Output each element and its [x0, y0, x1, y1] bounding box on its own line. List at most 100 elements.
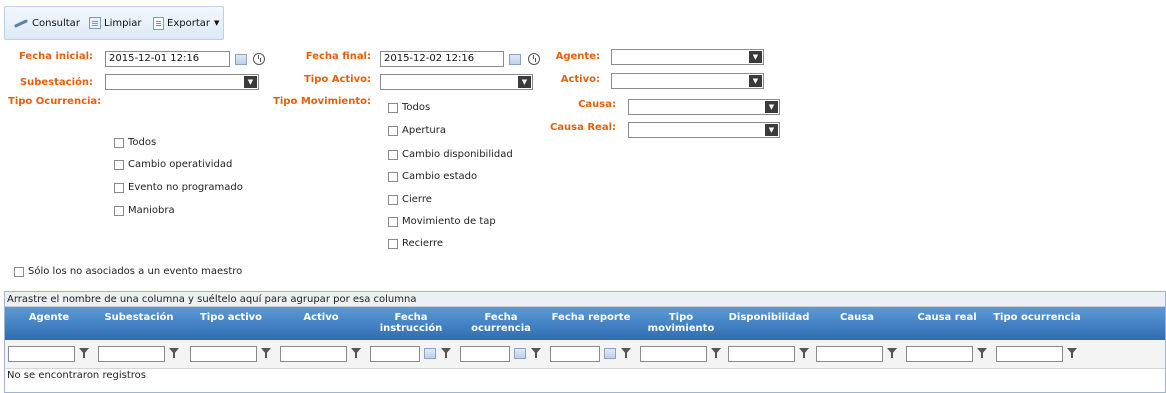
checkbox[interactable]	[14, 266, 24, 277]
empty-message: No se encontraron registros	[7, 370, 146, 381]
checkbox-evento-no-programado[interactable]: Evento no programado	[114, 182, 243, 193]
calendar-icon[interactable]	[235, 54, 247, 65]
checkbox[interactable]	[388, 149, 398, 160]
checkbox-movimiento-de-tap[interactable]: Movimiento de tap	[388, 216, 496, 227]
checkbox[interactable]	[114, 159, 124, 170]
checkbox-label: Recierre	[402, 238, 444, 249]
clock-icon[interactable]	[528, 53, 540, 65]
chevron-down-icon: ▼	[749, 51, 762, 63]
group-by-panel[interactable]: Arrastre el nombre de una columna y suél…	[5, 292, 1165, 307]
filter-icon[interactable]	[169, 348, 179, 358]
checkbox-solo-no-asociados[interactable]: Sólo los no asociados a un evento maestr…	[14, 266, 242, 277]
checkbox[interactable]	[114, 137, 124, 148]
column-filter-input[interactable]	[190, 346, 257, 362]
column-header[interactable]: Tipo movimiento	[637, 307, 725, 340]
filter-icon[interactable]	[621, 348, 631, 358]
causa-real-label: Causa Real:	[549, 122, 616, 133]
filter-icon[interactable]	[261, 348, 271, 358]
causa-label: Causa:	[578, 99, 616, 110]
checkbox-cierre[interactable]: Cierre	[388, 194, 432, 205]
consultar-button[interactable]: Consultar	[13, 15, 80, 31]
activo-label: Activo:	[560, 74, 600, 85]
tipo-activo-select[interactable]: ▼	[380, 74, 533, 90]
checkbox-cambio-operatividad[interactable]: Cambio operatividad	[114, 159, 232, 170]
fecha-final-label: Fecha final:	[305, 51, 371, 62]
column-header[interactable]: Subestación	[95, 307, 183, 340]
column-filter-input[interactable]	[8, 346, 75, 362]
causa-select[interactable]: ▼	[628, 99, 780, 115]
column-filter-input[interactable]	[816, 346, 883, 362]
fecha-final-input[interactable]: 2015-12-02 12:16	[380, 51, 504, 67]
column-filter-input[interactable]	[550, 346, 600, 362]
fecha-inicial-label: Fecha inicial:	[19, 51, 93, 62]
column-header[interactable]: Causa	[813, 307, 901, 340]
checkbox-recierre[interactable]: Recierre	[388, 238, 443, 249]
filter-row	[5, 340, 1165, 369]
checkbox[interactable]	[388, 171, 398, 182]
column-header[interactable]: Disponibilidad	[725, 307, 813, 340]
checkbox-label: Cambio operatividad	[128, 159, 233, 170]
column-header[interactable]: Agente	[5, 307, 93, 340]
checkbox-apertura[interactable]: Apertura	[388, 125, 446, 136]
agente-select[interactable]: ▼	[611, 49, 764, 65]
calendar-icon[interactable]	[514, 348, 526, 359]
column-filter-input[interactable]	[640, 346, 707, 362]
column-header[interactable]: Tipo activo	[187, 307, 275, 340]
filter-icon[interactable]	[799, 348, 809, 358]
column-filter-input[interactable]	[728, 346, 795, 362]
filter-icon[interactable]	[531, 348, 541, 358]
column-filter-input[interactable]	[370, 346, 420, 362]
toolbar: Consultar Limpiar Exportar ▼	[4, 6, 224, 40]
clear-icon	[89, 17, 101, 29]
causa-real-select[interactable]: ▼	[628, 122, 780, 138]
subestacion-label: Subestación:	[19, 77, 93, 88]
chevron-down-icon: ▼	[749, 75, 762, 87]
filter-icon[interactable]	[441, 348, 451, 358]
column-filter-input[interactable]	[906, 346, 973, 362]
checkbox[interactable]	[114, 182, 124, 193]
checkbox-label: Maniobra	[128, 205, 175, 216]
tipo-ocurrencia-label: Tipo Ocurrencia:	[8, 96, 102, 107]
checkbox[interactable]	[388, 216, 398, 227]
checkbox[interactable]	[388, 194, 398, 205]
limpiar-button[interactable]: Limpiar	[89, 15, 141, 31]
filter-icon[interactable]	[711, 348, 721, 358]
filter-icon[interactable]	[79, 348, 89, 358]
column-header[interactable]: Tipo ocurrencia	[993, 307, 1081, 340]
checkbox-tipo-movimiento-todos[interactable]: Todos	[388, 102, 430, 113]
tipo-movimiento-label: Tipo Movimiento:	[273, 96, 371, 107]
checkbox-maniobra[interactable]: Maniobra	[114, 205, 175, 216]
activo-select[interactable]: ▼	[611, 73, 764, 89]
column-header[interactable]: Fecha instrucción	[367, 307, 455, 340]
fecha-inicial-input[interactable]: 2015-12-01 12:16	[105, 51, 230, 67]
clock-icon[interactable]	[253, 53, 265, 65]
subestacion-select[interactable]: ▼	[105, 74, 259, 90]
checkbox-tipo-ocurrencia-todos[interactable]: Todos	[114, 137, 156, 148]
search-icon	[13, 18, 29, 28]
checkbox[interactable]	[114, 205, 124, 216]
calendar-icon[interactable]	[424, 348, 436, 359]
filter-icon[interactable]	[351, 348, 361, 358]
calendar-icon[interactable]	[604, 348, 616, 359]
column-header[interactable]: Activo	[277, 307, 365, 340]
filter-icon[interactable]	[1067, 348, 1077, 358]
column-header[interactable]: Fecha ocurrencia	[457, 307, 545, 340]
column-header[interactable]: Causa real	[903, 307, 991, 340]
checkbox[interactable]	[388, 238, 398, 249]
filter-icon[interactable]	[977, 348, 987, 358]
checkbox-label: Apertura	[402, 125, 446, 136]
tipo-activo-label: Tipo Activo:	[303, 74, 371, 85]
column-header[interactable]: Fecha reporte	[547, 307, 635, 340]
checkbox[interactable]	[388, 125, 398, 136]
filter-icon[interactable]	[887, 348, 897, 358]
checkbox-cambio-estado[interactable]: Cambio estado	[388, 171, 477, 182]
checkbox[interactable]	[388, 102, 398, 113]
exportar-button[interactable]: Exportar ▼	[153, 15, 219, 31]
column-filter-input[interactable]	[460, 346, 510, 362]
column-filter-input[interactable]	[996, 346, 1063, 362]
chevron-down-icon: ▼	[244, 76, 257, 88]
checkbox-cambio-disponibilidad[interactable]: Cambio disponibilidad	[388, 149, 513, 160]
column-filter-input[interactable]	[98, 346, 165, 362]
column-filter-input[interactable]	[280, 346, 347, 362]
calendar-icon[interactable]	[509, 54, 521, 65]
